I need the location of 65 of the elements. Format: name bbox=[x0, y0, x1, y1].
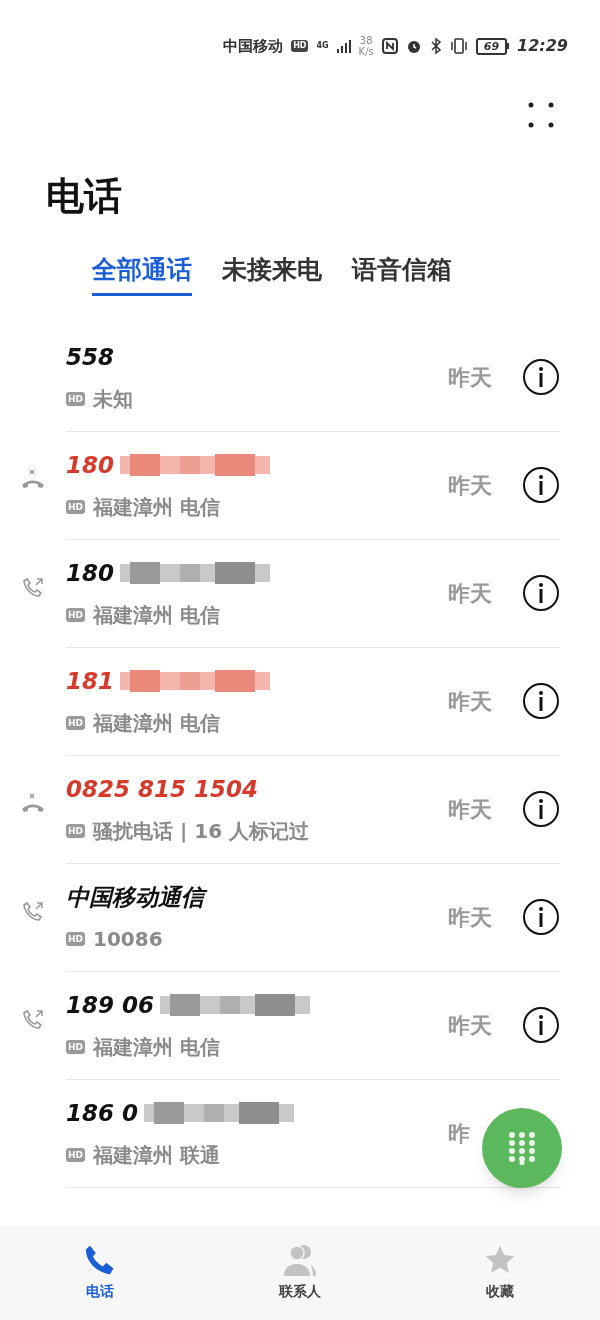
hd-badge: HD bbox=[66, 608, 85, 623]
info-icon[interactable] bbox=[522, 358, 560, 396]
caller-number: 181 bbox=[66, 666, 114, 696]
alarm-icon bbox=[405, 38, 422, 54]
call-time: 昨天 bbox=[448, 687, 493, 716]
call-time: 昨 bbox=[448, 1119, 471, 1148]
caller-number: 186 0 bbox=[66, 1098, 139, 1128]
tab[interactable]: 未接来电 bbox=[222, 251, 322, 296]
info-icon[interactable] bbox=[522, 1006, 560, 1044]
call-time: 昨天 bbox=[448, 579, 493, 608]
speed-unit: K/s bbox=[358, 46, 374, 57]
caller-number: 558 bbox=[66, 342, 114, 372]
hd-badge: HD bbox=[66, 824, 85, 839]
contacts-icon bbox=[282, 1243, 318, 1277]
caller-number: 180 bbox=[66, 450, 114, 480]
hd-badge: HD bbox=[66, 500, 85, 515]
caller-location: 骚扰电话 | 16 人标记过 bbox=[93, 818, 310, 846]
caller-location: 福建漳州 电信 bbox=[93, 494, 220, 522]
hd-badge: HD bbox=[66, 1148, 85, 1163]
caller-location: 福建漳州 电信 bbox=[93, 1034, 220, 1062]
battery-indicator: 69 bbox=[475, 37, 510, 55]
caller-location: 10086 bbox=[93, 926, 163, 954]
hd-badge: HD bbox=[66, 1040, 85, 1055]
caller-number: 0825 815 1504 bbox=[66, 774, 259, 804]
tab[interactable]: 语音信箱 bbox=[352, 251, 452, 296]
caller-location: 福建漳州 联通 bbox=[93, 1142, 220, 1170]
outgoing-call-icon bbox=[21, 575, 45, 600]
outgoing-call-icon bbox=[21, 1007, 45, 1032]
caller-number: 180 bbox=[66, 558, 114, 588]
missed-call-icon bbox=[20, 791, 46, 814]
nfc-icon bbox=[381, 38, 398, 54]
carrier-name: 中国移动 bbox=[223, 35, 284, 57]
info-icon[interactable] bbox=[522, 574, 560, 612]
info-icon[interactable] bbox=[522, 682, 560, 720]
caller-location: 未知 bbox=[93, 386, 133, 414]
call-time: 昨天 bbox=[448, 471, 493, 500]
call-time: 昨天 bbox=[448, 795, 493, 824]
dialpad-icon bbox=[508, 1131, 536, 1165]
missed-call-icon bbox=[20, 467, 46, 490]
call-time: 昨天 bbox=[448, 363, 493, 392]
nav-tab[interactable]: 联系人 bbox=[200, 1225, 400, 1320]
bluetooth-icon bbox=[429, 38, 442, 54]
nav-tab[interactable]: 电话 bbox=[0, 1225, 200, 1320]
info-icon[interactable] bbox=[522, 790, 560, 828]
vibrate-icon bbox=[449, 38, 468, 54]
clock-time: 12:29 bbox=[517, 35, 568, 57]
page-title: 电话 bbox=[46, 174, 122, 218]
tab[interactable]: 全部通话 bbox=[92, 251, 192, 296]
nav-tab[interactable]: 收藏 bbox=[400, 1225, 600, 1320]
outgoing-call-icon bbox=[21, 899, 45, 924]
network-type: 4G bbox=[316, 40, 329, 52]
call-time: 昨天 bbox=[448, 1011, 493, 1040]
caller-location: 福建漳州 电信 bbox=[93, 602, 220, 630]
signal-icon bbox=[336, 39, 351, 53]
caller-location: 福建漳州 电信 bbox=[93, 710, 220, 738]
more-menu-icon[interactable] bbox=[528, 102, 554, 128]
caller-number: 189 06 bbox=[66, 990, 155, 1020]
hd-badge: HD bbox=[66, 932, 85, 947]
info-icon[interactable] bbox=[522, 466, 560, 504]
info-icon[interactable] bbox=[522, 898, 560, 936]
call-time: 昨天 bbox=[448, 903, 493, 932]
speed-value: 38 bbox=[359, 35, 373, 46]
hd-badge: HD bbox=[66, 716, 85, 731]
hd-badge: HD bbox=[291, 40, 309, 52]
hd-badge: HD bbox=[66, 392, 85, 407]
